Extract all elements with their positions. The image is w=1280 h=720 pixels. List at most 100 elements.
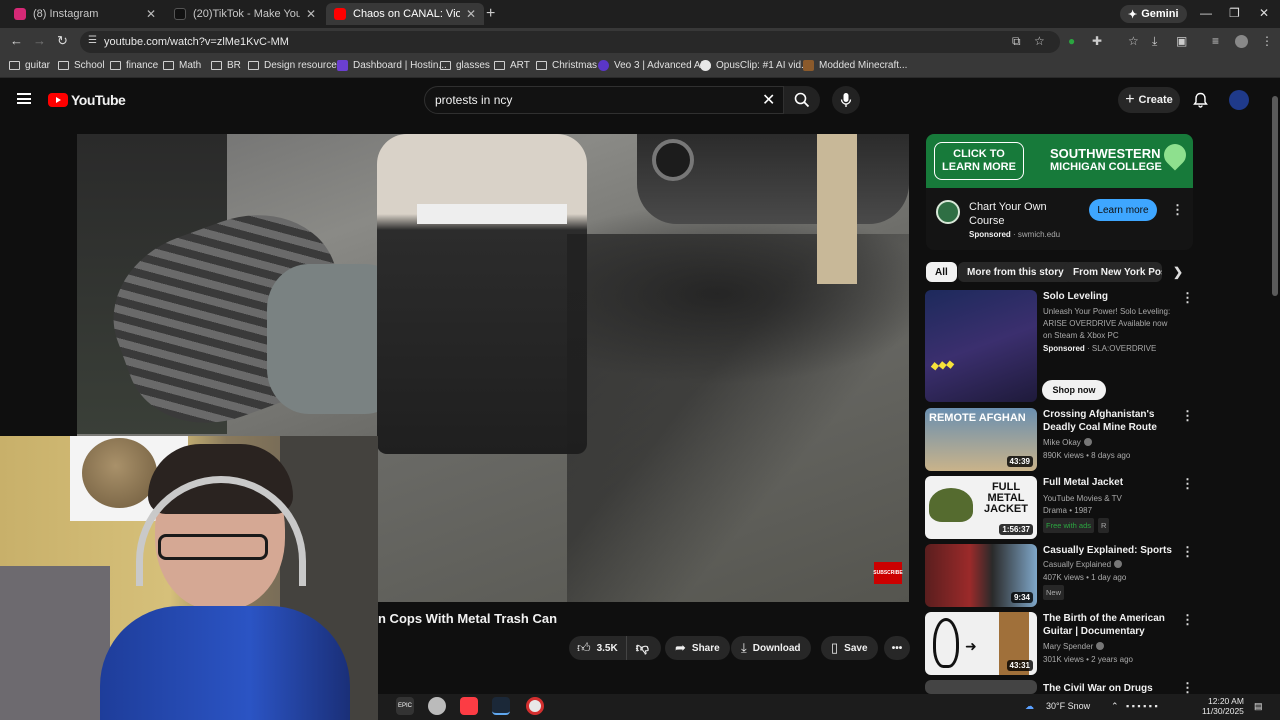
download-button[interactable]: ⤓ Download	[731, 636, 811, 660]
bookmark-link[interactable]: OpusClip: #1 AI vid...	[700, 60, 809, 71]
more-vertical-icon[interactable]: ⋮	[1181, 476, 1194, 492]
tray-overflow-icon[interactable]: ⌃	[1111, 701, 1119, 712]
bookmark-folder[interactable]: Design resources	[248, 60, 342, 71]
bookmark-folder[interactable]: finance	[110, 60, 158, 71]
list-item[interactable]: FULL METAL JACKET 1:56:37 Full Metal Jac…	[925, 476, 1195, 539]
rec-title[interactable]: The Civil War on Drugs (FULL	[1043, 682, 1179, 694]
rec-channel[interactable]: Mike Okay	[1043, 436, 1092, 449]
address-bar[interactable]: ☰ youtube.com/watch?v=zlMe1KvC-MM	[80, 31, 1060, 53]
bookmark-folder[interactable]: glasses	[440, 60, 490, 71]
weather-text[interactable]: 30°F Snow	[1046, 701, 1090, 711]
create-button[interactable]: + Create	[1118, 87, 1180, 113]
sponsored-ad-card[interactable]: CLICK TO LEARN MORE SOUTHWESTERN MICHIGA…	[926, 134, 1193, 250]
video-thumbnail[interactable]: FULL METAL JACKET 1:56:37	[925, 476, 1037, 539]
rec-channel[interactable]: Mary Spender	[1043, 640, 1105, 653]
rec-title[interactable]: Casually Explained: Sports	[1043, 544, 1179, 557]
share-button[interactable]: ➦ Share	[665, 636, 730, 660]
list-item[interactable]: The Civil War on Drugs (FULL ⋮	[925, 680, 1195, 694]
bookmark-link[interactable]: Dashboard | Hostin...	[337, 60, 447, 71]
forward-icon[interactable]: →	[33, 33, 46, 48]
save-button[interactable]: ▯ Save	[821, 636, 878, 660]
bookmark-folder[interactable]: guitar	[9, 60, 50, 71]
tray-icons[interactable]: ▪ ▪ ▪ ▪ ▪ ▪	[1126, 701, 1158, 711]
reload-icon[interactable]: ↻	[57, 33, 68, 49]
media-icon[interactable]: ▣	[1176, 34, 1187, 48]
bookmark-folder[interactable]: School	[58, 60, 105, 71]
close-window-icon[interactable]: ✕	[1259, 6, 1269, 20]
video-thumbnail[interactable]: REMOTE AFGHAN 43:39	[925, 408, 1037, 471]
download-icon[interactable]: ⤓	[1152, 34, 1157, 49]
tab-search-icon[interactable]: ≡	[1212, 34, 1219, 48]
rec-title[interactable]: Solo Leveling	[1043, 290, 1179, 303]
video-thumbnail[interactable]: ➜ 43:31	[925, 612, 1037, 675]
chip-all[interactable]: All	[926, 262, 957, 282]
extensions-puzzle-icon[interactable]: ✚	[1092, 34, 1102, 48]
rec-title[interactable]: The Birth of the American Guitar | Docum…	[1043, 612, 1179, 638]
chip-new-york-post[interactable]: From New York Post	[1064, 262, 1162, 282]
bookmark-folder[interactable]: ART	[494, 60, 530, 71]
bookmarks-icon[interactable]: ☆	[1128, 34, 1139, 48]
more-vertical-icon[interactable]: ⋮	[1171, 202, 1184, 218]
bookmark-link[interactable]: Modded Minecraft...	[803, 60, 907, 71]
ad-banner[interactable]: CLICK TO LEARN MORE SOUTHWESTERN MICHIGA…	[926, 134, 1193, 188]
clock[interactable]: 12:20 AM 11/30/2025	[1202, 696, 1244, 716]
more-vertical-icon[interactable]: ⋮	[1181, 290, 1194, 306]
list-item[interactable]: 9:34 Casually Explained: Sports Casually…	[925, 544, 1195, 607]
app-icon[interactable]	[428, 697, 446, 715]
list-item[interactable]: ➜ 43:31 The Birth of the American Guitar…	[925, 612, 1195, 675]
bookmark-folder[interactable]: BR	[211, 60, 241, 71]
learn-more-button[interactable]: Learn more	[1089, 199, 1157, 221]
tab-tiktok[interactable]: (20)TikTok - Make Your Day ✕	[166, 3, 324, 25]
epic-games-icon[interactable]: EPIC	[396, 697, 414, 715]
bookmark-folder[interactable]: Christmas	[536, 60, 597, 71]
more-vertical-icon[interactable]: ⋮	[1181, 408, 1194, 424]
steam-icon[interactable]	[492, 697, 510, 715]
more-actions-button[interactable]: •••	[884, 636, 910, 660]
video-thumbnail[interactable]: ◆◆◆	[925, 290, 1037, 402]
extension-icon[interactable]: ●	[1068, 34, 1075, 48]
minimize-icon[interactable]: —	[1200, 6, 1212, 20]
tab-youtube-active[interactable]: Chaos on CANAL: Violent Anti- ✕	[326, 3, 484, 25]
youtube-logo[interactable]: YouTube	[48, 92, 126, 108]
menu-icon[interactable]: ⋮	[1261, 34, 1273, 48]
ad-banner-cta[interactable]: CLICK TO LEARN MORE	[934, 142, 1024, 180]
bookmark-folder[interactable]: Math	[163, 60, 201, 71]
new-tab-icon[interactable]: +	[486, 5, 495, 23]
close-icon[interactable]: ✕	[466, 7, 476, 21]
notifications-icon[interactable]: ▤	[1254, 701, 1263, 712]
gemini-button[interactable]: ✦ Gemini	[1120, 5, 1187, 23]
list-item[interactable]: REMOTE AFGHAN 43:39 Crossing Afghanistan…	[925, 408, 1195, 471]
scrollbar-thumb[interactable]	[1272, 96, 1278, 296]
chip-more-from-story[interactable]: More from this story	[958, 262, 1073, 282]
video-thumbnail[interactable]: 9:34	[925, 544, 1037, 607]
ad-title[interactable]: Chart Your Own Course	[969, 200, 1079, 228]
site-info-icon[interactable]: ☰	[88, 35, 97, 46]
notifications-bell-icon[interactable]	[1193, 92, 1208, 108]
dislike-button[interactable]: 👎︎	[627, 640, 658, 656]
back-icon[interactable]: ←	[10, 33, 23, 48]
search-button[interactable]	[784, 86, 820, 114]
more-vertical-icon[interactable]: ⋮	[1181, 680, 1194, 694]
chrome-icon[interactable]	[526, 697, 544, 715]
tab-instagram[interactable]: (8) Instagram ✕	[6, 3, 164, 25]
install-app-icon[interactable]: ⧉	[1012, 34, 1021, 49]
video-thumbnail[interactable]	[925, 680, 1037, 694]
more-vertical-icon[interactable]: ⋮	[1181, 612, 1194, 628]
music-icon[interactable]	[460, 697, 478, 715]
subscribe-watermark[interactable]: SUBSCRIBE	[873, 562, 903, 584]
shop-now-button[interactable]: Shop now	[1042, 380, 1106, 400]
hamburger-menu-icon[interactable]	[17, 93, 31, 104]
voice-search-button[interactable]	[832, 86, 860, 114]
rec-title[interactable]: Full Metal Jacket	[1043, 476, 1179, 489]
chevron-right-icon[interactable]: ❯	[1173, 265, 1183, 279]
profile-avatar[interactable]	[1235, 35, 1248, 48]
restore-icon[interactable]: ❐	[1229, 6, 1240, 20]
close-icon[interactable]: ✕	[306, 7, 316, 21]
rec-title[interactable]: Crossing Afghanistan's Deadly Coal Mine …	[1043, 408, 1179, 434]
account-avatar[interactable]	[1229, 90, 1249, 110]
bookmark-link[interactable]: Veo 3 | Advanced AI...	[598, 60, 712, 71]
clear-search-icon[interactable]: ✕	[762, 90, 775, 110]
like-button[interactable]: 👍︎ 3.5K	[569, 636, 627, 660]
search-input[interactable]: protests in ncy	[424, 86, 784, 114]
rec-channel[interactable]: Casually Explained	[1043, 558, 1123, 571]
